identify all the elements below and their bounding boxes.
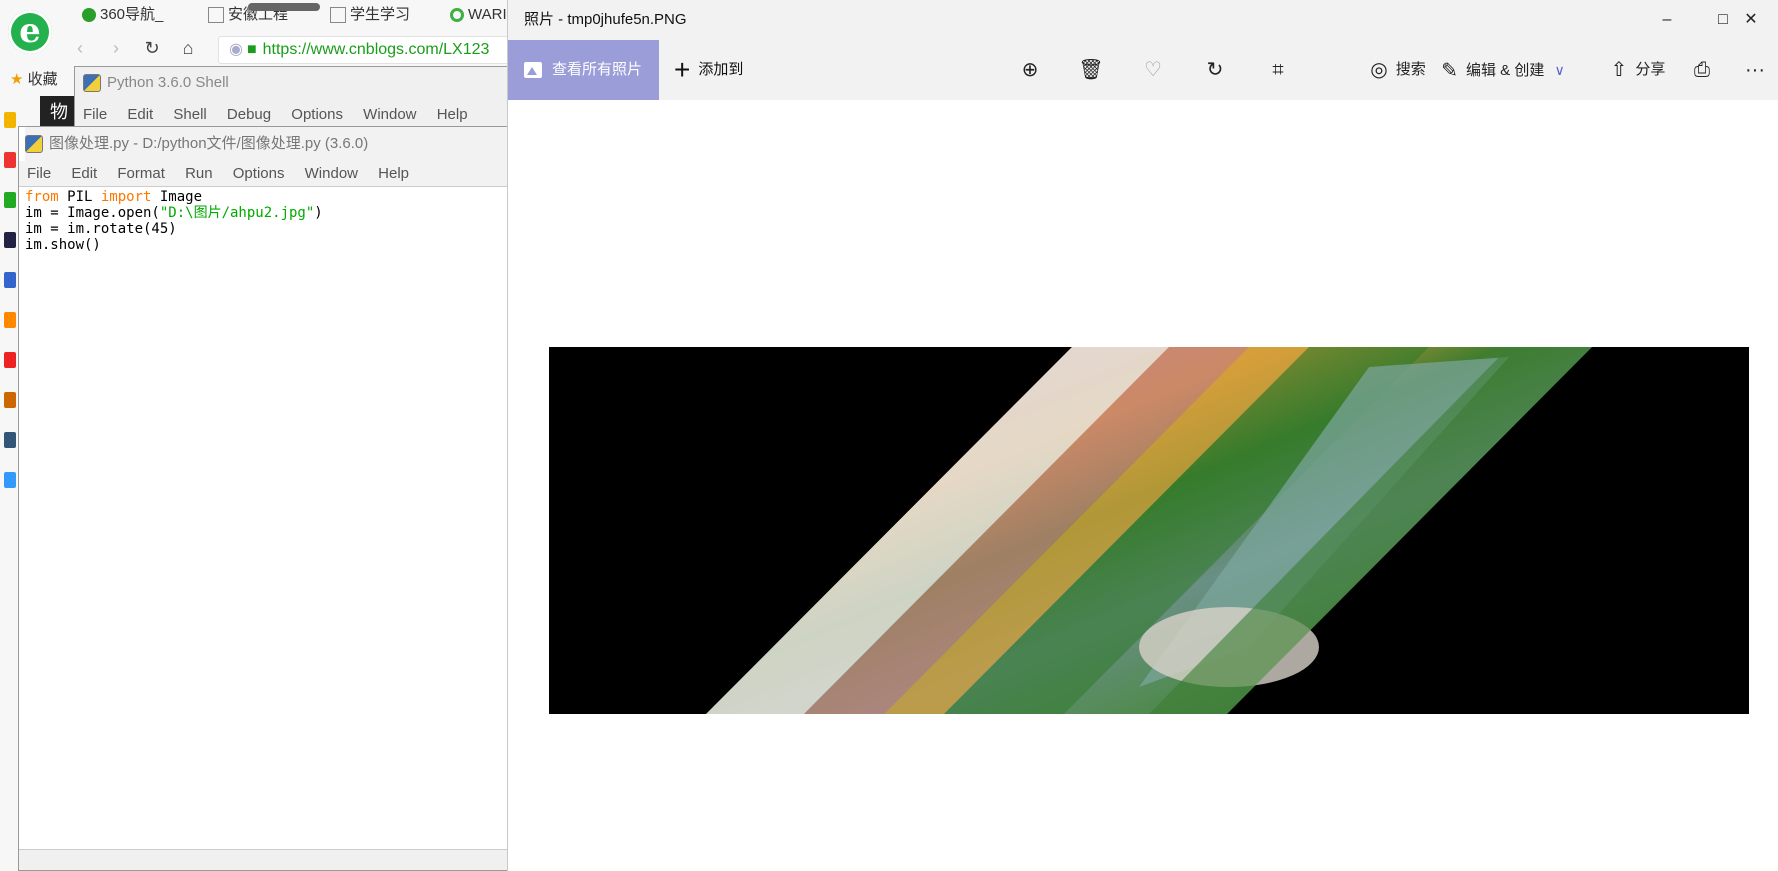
sidebar-chart-icon[interactable] [4,472,16,488]
edit-create-button[interactable]: ✎ 编辑 & 创建 ∨ [1428,40,1578,100]
python-shell-window: Python 3.6.0 Shell File Edit Shell Debug… [74,66,516,132]
sidebar-orange-icon[interactable] [4,312,16,328]
shell-menu-edit[interactable]: Edit [127,106,153,123]
editor-menu-options[interactable]: Options [233,165,285,182]
bookmarks-label[interactable]: 收藏 [28,71,58,88]
browser-logo: e [8,10,52,54]
rotated-campus-photo [706,347,1592,714]
search-icon: ◎ [1370,59,1388,82]
photos-titlebar [508,0,1778,40]
browser-tab-1[interactable]: 360导航_ [82,0,192,30]
zoom-in-icon[interactable]: ⊕ [1010,40,1050,100]
more-options-button[interactable]: ··· [1735,40,1775,100]
loading-indicator [248,3,320,11]
add-to-button[interactable]: + 添加到 [674,40,743,100]
nav-site-icon [82,8,96,23]
python-icon [83,74,101,93]
page-icon [208,7,224,24]
shell-menubar: File Edit Shell Debug Options Window Hel… [83,101,484,129]
edit-icon: ✎ [1441,60,1458,83]
sidebar-blue-icon[interactable] [4,432,16,448]
sidebar-word-icon[interactable] [4,272,16,288]
photos-window: 照片 - tmp0jhufe5n.PNG – □ ✕ 查看所有照片 + 添加到 ⊕… [507,0,1778,871]
back-icon[interactable]: ‹ [68,36,92,60]
shell-menu-debug[interactable]: Debug [227,106,271,123]
photo-viewer-image[interactable] [549,347,1749,714]
editor-menu-file[interactable]: File [27,165,51,182]
printer-icon[interactable]: ⎙ [1682,40,1722,100]
close-icon[interactable]: ✕ [1723,0,1778,40]
shell-menu-shell[interactable]: Shell [173,106,206,123]
reload-icon[interactable]: ↻ [140,36,164,60]
shell-menu-file[interactable]: File [83,106,107,123]
shield-icon: ◉ [229,41,243,58]
sidebar-game-icon[interactable] [4,392,16,408]
star-icon: ★ [10,71,24,88]
rotate-icon[interactable]: ↻ [1195,40,1235,100]
lock-icon: ■ [246,41,257,58]
plus-icon: + [674,54,691,86]
share-icon: ⇧ [1610,59,1628,82]
sidebar-red-icon[interactable] [4,352,16,368]
shell-title: Python 3.6.0 Shell [83,67,229,99]
shell-menu-help[interactable]: Help [437,106,468,123]
editor-menu-run[interactable]: Run [185,165,213,182]
python-file-icon [25,135,43,154]
sidebar-green-icon[interactable] [4,192,16,208]
view-all-photos-button[interactable]: 查看所有照片 [508,40,659,100]
editor-statusbar [19,849,513,870]
shell-menu-options[interactable]: Options [291,106,343,123]
code-area[interactable]: from PIL import Image im = Image.open("D:… [25,189,323,253]
shell-menu-window[interactable]: Window [363,106,416,123]
url-text: https://www.cnblogs.com/LX123 [262,41,490,58]
site-icon [450,8,464,23]
sidebar-star-icon[interactable] [4,112,16,128]
picture-icon [524,62,542,79]
editor-menu-window[interactable]: Window [305,165,358,182]
editor-menu-help[interactable]: Help [378,165,409,182]
address-bar[interactable]: ◉ ■ https://www.cnblogs.com/LX123 [218,36,520,64]
code-line-3: im = im.rotate(45) [25,221,177,237]
sidebar-icons [4,112,18,512]
crop-icon[interactable]: ⌗ [1258,40,1298,100]
share-button[interactable]: ⇧ 分享 [1588,40,1688,100]
browser-tab-3[interactable]: 学生学习 [330,0,440,30]
code-line-2: im = Image.open("D:\图片/ahpu2.jpg") [25,205,323,221]
forward-icon[interactable]: › [104,36,128,60]
idle-editor-window: 图像处理.py - D:/python文件/图像处理.py (3.6.0) Fi… [18,126,515,871]
heart-icon[interactable]: ♡ [1133,40,1173,100]
trash-icon[interactable]: 🗑 [1071,40,1111,100]
photos-title: 照片 - tmp0jhufe5n.PNG [524,11,687,28]
minimize-icon[interactable]: – [1639,0,1695,40]
sidebar-dark-icon[interactable] [4,232,16,248]
code-line-4: im.show() [25,237,101,253]
editor-title: 图像处理.py - D:/python文件/图像处理.py (3.6.0) [25,127,515,161]
browser-tab-4[interactable]: WARI [450,0,510,30]
editor-menubar: File Edit Format Run Options Window Help [19,161,513,187]
sidebar-weibo-icon[interactable] [4,152,16,168]
editor-menu-format[interactable]: Format [117,165,165,182]
home-icon[interactable]: ⌂ [176,36,200,60]
page-icon [330,7,346,24]
chevron-down-icon: ∨ [1554,62,1565,78]
code-line-1: from PIL import Image [25,189,203,205]
editor-menu-edit[interactable]: Edit [71,165,97,182]
